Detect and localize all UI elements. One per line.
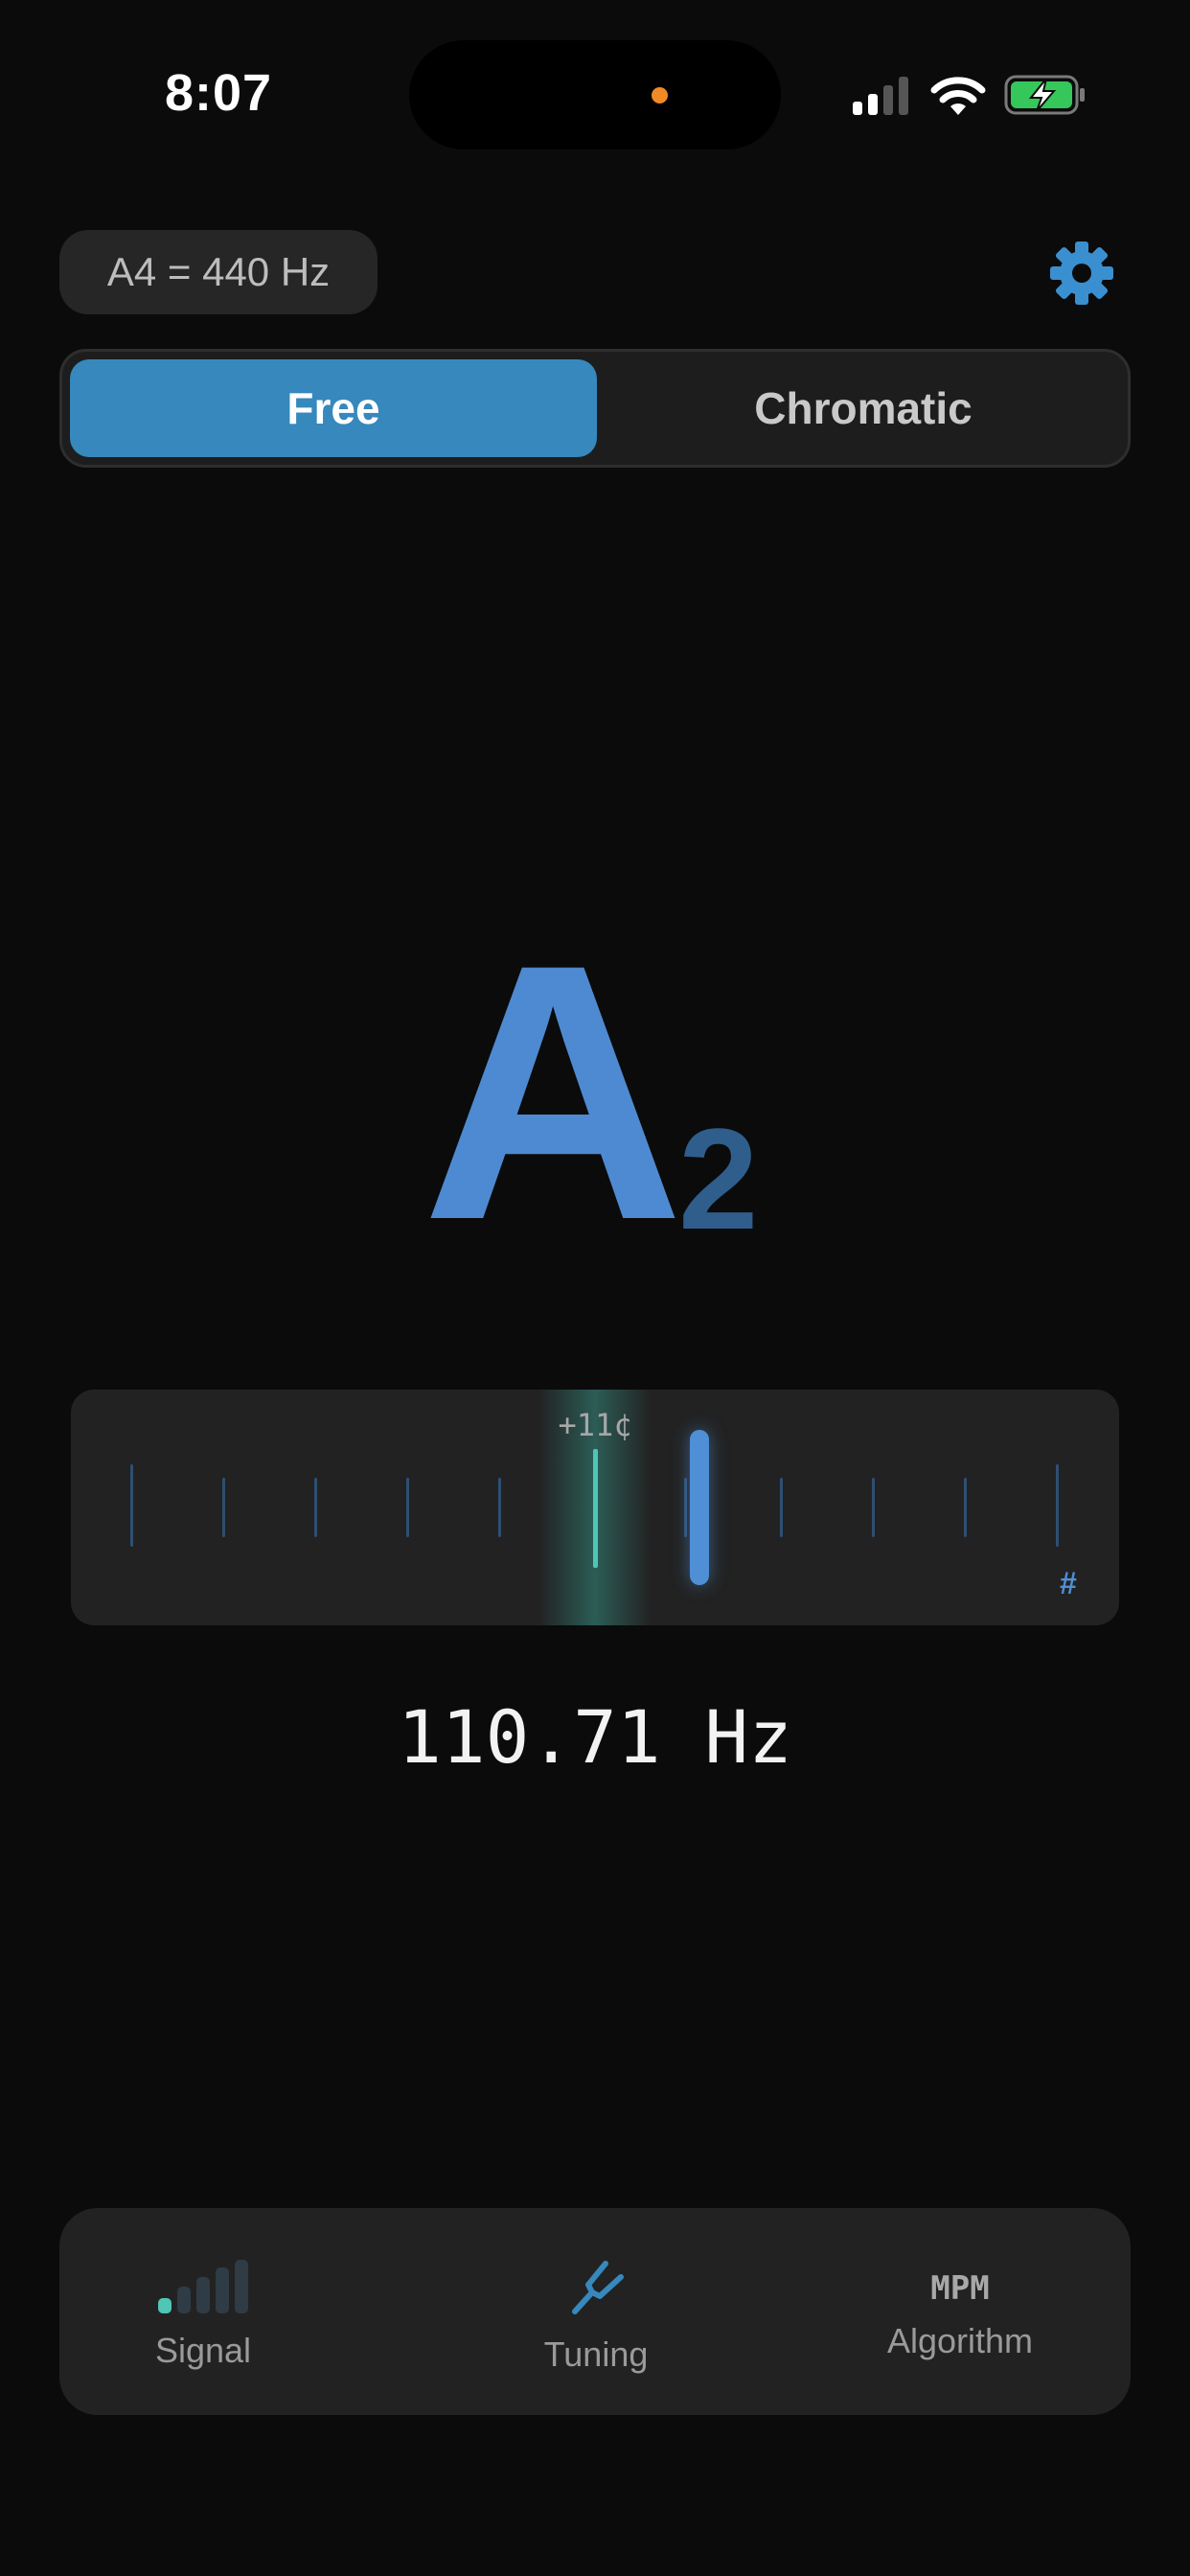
meter-tick (130, 1464, 133, 1547)
algorithm-label: Algorithm (886, 2321, 1034, 2360)
signal-bar (235, 2260, 248, 2313)
sharp-symbol: # (1060, 1566, 1077, 1600)
cents-offset-label: +11¢ (558, 1407, 632, 1443)
meter-tick (1056, 1464, 1059, 1547)
cellular-signal-icon (853, 77, 908, 115)
signal-bar (216, 2267, 229, 2313)
signal-level-icon (117, 2256, 289, 2313)
signal-bar (158, 2298, 172, 2313)
meter-tick (684, 1478, 687, 1537)
meter-tick (872, 1478, 875, 1537)
meter-tick (780, 1478, 783, 1537)
signal-button[interactable]: Signal (117, 2256, 289, 2371)
signal-bar (196, 2277, 210, 2313)
dynamic-island (409, 40, 781, 150)
signal-bar (177, 2287, 191, 2313)
frequency-readout: 110.71 Hz (398, 1694, 792, 1780)
reference-pitch-button[interactable]: A4 = 440 Hz (59, 230, 378, 314)
tuning-button[interactable]: Tuning (481, 2256, 711, 2375)
tuning-meter: +11¢ # (71, 1390, 1119, 1625)
meter-tick (314, 1478, 317, 1537)
bottom-toolbar: Signal Tuning MPM Algorithm (59, 2208, 1131, 2415)
meter-center-line (593, 1449, 598, 1568)
status-time: 8:07 (165, 64, 273, 122)
microphone-indicator-dot (652, 87, 668, 104)
algorithm-button[interactable]: MPM Algorithm (855, 2256, 1065, 2361)
gear-icon[interactable] (1048, 240, 1115, 307)
signal-label: Signal (154, 2331, 252, 2370)
tuning-fork-icon (572, 2261, 624, 2314)
meter-tick (406, 1478, 409, 1537)
tuning-label: Tuning (543, 2334, 649, 2374)
detected-note-letter: A (422, 888, 685, 1296)
meter-tick (964, 1478, 967, 1537)
mode-chromatic-tab[interactable]: Chromatic (605, 359, 1122, 457)
detected-note-octave: 2 (678, 1098, 759, 1259)
meter-needle (690, 1430, 709, 1585)
mode-segmented-control: Free Chromatic (59, 349, 1131, 468)
meter-tick (222, 1478, 225, 1537)
battery-charging-icon (1004, 75, 1085, 115)
algorithm-value: MPM (930, 2269, 990, 2308)
meter-tick (498, 1478, 501, 1537)
mode-free-tab[interactable]: Free (70, 359, 597, 457)
wifi-icon (930, 77, 986, 115)
